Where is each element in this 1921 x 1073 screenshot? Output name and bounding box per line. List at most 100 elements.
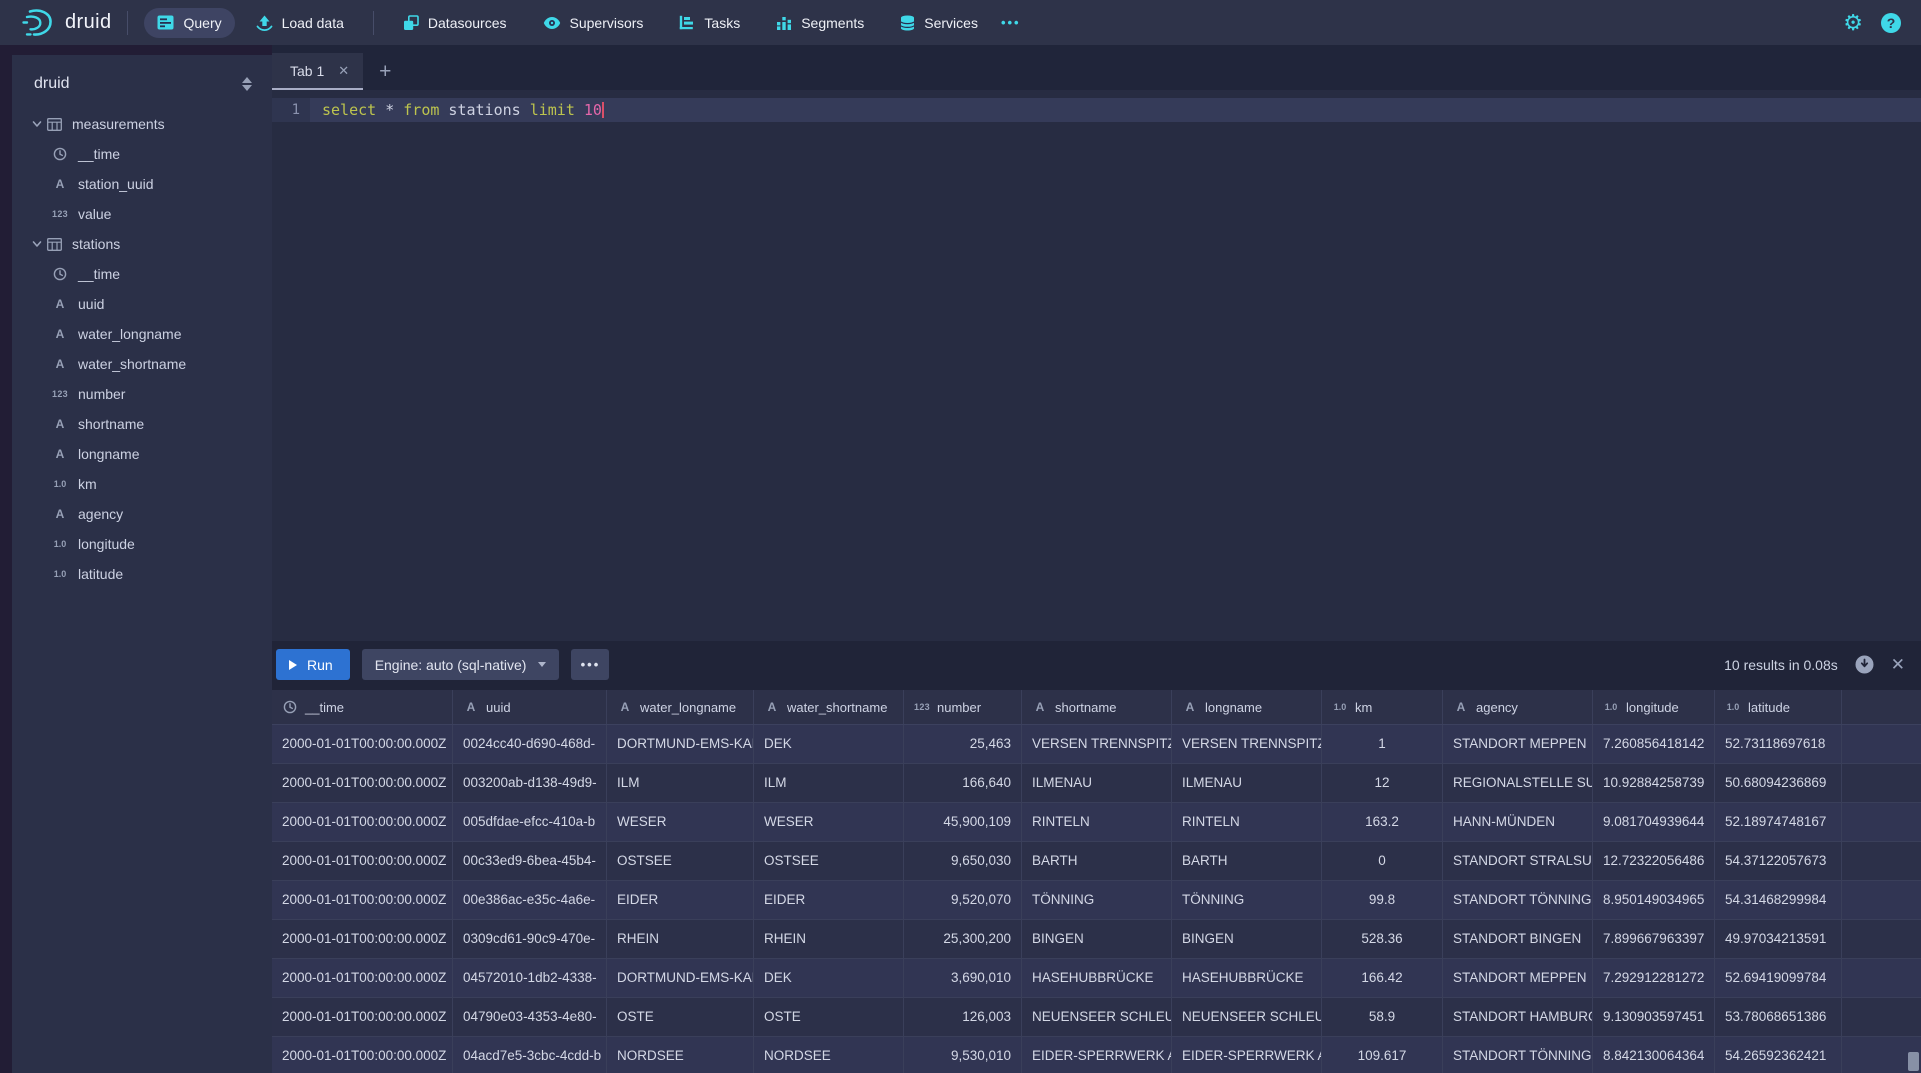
- cell-latitude[interactable]: 54.37122057673: [1715, 842, 1842, 880]
- cell-number[interactable]: 9,520,070: [904, 881, 1022, 919]
- column-header-water-longname[interactable]: Awater_longname: [607, 690, 754, 724]
- cell-km[interactable]: 0: [1322, 842, 1443, 880]
- cell-shortname[interactable]: BARTH: [1022, 842, 1172, 880]
- cell---time[interactable]: 2000-01-01T00:00:00.000Z: [272, 959, 453, 997]
- nav-item-load-data[interactable]: Load data: [243, 8, 357, 38]
- cell-latitude[interactable]: 52.73118697618: [1715, 725, 1842, 763]
- cell-latitude[interactable]: 50.68094236869: [1715, 764, 1842, 802]
- cell-latitude[interactable]: 52.69419099784: [1715, 959, 1842, 997]
- cell-agency[interactable]: STANDORT BINGEN: [1443, 920, 1593, 958]
- query-more-button[interactable]: •••: [571, 649, 609, 680]
- sql-editor[interactable]: 1 select * from stations limit 10: [272, 90, 1921, 641]
- cell-agency[interactable]: STANDORT HAMBURG: [1443, 998, 1593, 1036]
- tree-item-stations[interactable]: stations: [12, 229, 272, 259]
- cell-longname[interactable]: TÖNNING: [1172, 881, 1322, 919]
- nav-item-supervisors[interactable]: Supervisors: [530, 8, 657, 38]
- cell-longname[interactable]: BARTH: [1172, 842, 1322, 880]
- download-icon[interactable]: [1855, 655, 1874, 674]
- tree-item-water-shortname[interactable]: Awater_shortname: [12, 349, 272, 379]
- cell-uuid[interactable]: 04acd7e5-3cbc-4cdd-b: [453, 1037, 607, 1073]
- cell-latitude[interactable]: 52.18974748167: [1715, 803, 1842, 841]
- cell---time[interactable]: 2000-01-01T00:00:00.000Z: [272, 842, 453, 880]
- cell-number[interactable]: 3,690,010: [904, 959, 1022, 997]
- cell-shortname[interactable]: HASEHUBBRÜCKE: [1022, 959, 1172, 997]
- cell-km[interactable]: 1: [1322, 725, 1443, 763]
- druid-logo[interactable]: druid: [20, 8, 111, 38]
- cell-water-longname[interactable]: EIDER: [607, 881, 754, 919]
- cell-water-shortname[interactable]: DEK: [754, 959, 904, 997]
- cell-shortname[interactable]: RINTELN: [1022, 803, 1172, 841]
- cell-uuid[interactable]: 003200ab-d138-49d9-: [453, 764, 607, 802]
- cell-latitude[interactable]: 49.97034213591: [1715, 920, 1842, 958]
- close-results-icon[interactable]: ✕: [1891, 655, 1905, 675]
- cell-water-longname[interactable]: OSTE: [607, 998, 754, 1036]
- column-header-agency[interactable]: Aagency: [1443, 690, 1593, 724]
- cell-uuid[interactable]: 04790e03-4353-4e80-: [453, 998, 607, 1036]
- cell-longitude[interactable]: 7.899667963397: [1593, 920, 1715, 958]
- cell-water-shortname[interactable]: ILM: [754, 764, 904, 802]
- cell-water-longname[interactable]: ILM: [607, 764, 754, 802]
- tab-tab1[interactable]: Tab 1 ✕: [272, 53, 363, 90]
- cell-longitude[interactable]: 7.292912281272: [1593, 959, 1715, 997]
- nav-item-segments[interactable]: Segments: [763, 8, 877, 38]
- cell-km[interactable]: 99.8: [1322, 881, 1443, 919]
- cell-longitude[interactable]: 10.92884258739: [1593, 764, 1715, 802]
- cell-km[interactable]: 163.2: [1322, 803, 1443, 841]
- column-header-latitude[interactable]: 1.0latitude: [1715, 690, 1842, 724]
- cell-water-longname[interactable]: DORTMUND-EMS-KANAL: [607, 725, 754, 763]
- cell-uuid[interactable]: 005dfdae-efcc-410a-b: [453, 803, 607, 841]
- cell-longname[interactable]: BINGEN: [1172, 920, 1322, 958]
- column-header---time[interactable]: __time: [272, 690, 453, 724]
- engine-select[interactable]: Engine: auto (sql-native): [362, 649, 560, 680]
- cell-water-longname[interactable]: DORTMUND-EMS-KANAL: [607, 959, 754, 997]
- cell-shortname[interactable]: TÖNNING: [1022, 881, 1172, 919]
- cell-shortname[interactable]: BINGEN: [1022, 920, 1172, 958]
- tree-item-water-longname[interactable]: Awater_longname: [12, 319, 272, 349]
- cell---time[interactable]: 2000-01-01T00:00:00.000Z: [272, 920, 453, 958]
- cell-agency[interactable]: STANDORT MEPPEN: [1443, 959, 1593, 997]
- cell-longitude[interactable]: 8.950149034965: [1593, 881, 1715, 919]
- cell-number[interactable]: 25,463: [904, 725, 1022, 763]
- column-header-longname[interactable]: Alongname: [1172, 690, 1322, 724]
- cell-number[interactable]: 166,640: [904, 764, 1022, 802]
- cell-km[interactable]: 109.617: [1322, 1037, 1443, 1073]
- tree-item-value[interactable]: 123value: [12, 199, 272, 229]
- cell-km[interactable]: 12: [1322, 764, 1443, 802]
- nav-item-tasks[interactable]: Tasks: [666, 8, 753, 38]
- cell-shortname[interactable]: ILMENAU: [1022, 764, 1172, 802]
- cell-latitude[interactable]: 53.78068651386: [1715, 998, 1842, 1036]
- cell-water-shortname[interactable]: EIDER: [754, 881, 904, 919]
- tree-item-measurements[interactable]: measurements: [12, 109, 272, 139]
- tree-item-uuid[interactable]: Auuid: [12, 289, 272, 319]
- cell-water-longname[interactable]: NORDSEE: [607, 1037, 754, 1073]
- cell-km[interactable]: 58.9: [1322, 998, 1443, 1036]
- tree-item-km[interactable]: 1.0km: [12, 469, 272, 499]
- cell-latitude[interactable]: 54.31468299984: [1715, 881, 1842, 919]
- tree-item-shortname[interactable]: Ashortname: [12, 409, 272, 439]
- cell-longname[interactable]: RINTELN: [1172, 803, 1322, 841]
- cell-water-shortname[interactable]: RHEIN: [754, 920, 904, 958]
- cell-uuid[interactable]: 00e386ac-e35c-4a6e-: [453, 881, 607, 919]
- cell-agency[interactable]: HANN-MÜNDEN: [1443, 803, 1593, 841]
- cell-shortname[interactable]: NEUENSEER SCHLEUSE: [1022, 998, 1172, 1036]
- cell-agency[interactable]: STANDORT TÖNNING: [1443, 1037, 1593, 1073]
- cell-number[interactable]: 9,530,010: [904, 1037, 1022, 1073]
- cell-uuid[interactable]: 0309cd61-90c9-470e-: [453, 920, 607, 958]
- tree-item-longitude[interactable]: 1.0longitude: [12, 529, 272, 559]
- cell-water-longname[interactable]: OSTSEE: [607, 842, 754, 880]
- nav-item-services[interactable]: Services: [887, 8, 991, 38]
- nav-item-datasources[interactable]: Datasources: [390, 8, 520, 38]
- settings-gear-icon[interactable]: ⚙: [1843, 12, 1863, 34]
- cell-agency[interactable]: REGIONALSTELLE SUHL: [1443, 764, 1593, 802]
- cell-water-shortname[interactable]: OSTSEE: [754, 842, 904, 880]
- tree-item---time[interactable]: __time: [12, 139, 272, 169]
- cell-agency[interactable]: STANDORT MEPPEN: [1443, 725, 1593, 763]
- sort-icon[interactable]: [240, 75, 254, 93]
- cell-longname[interactable]: ILMENAU: [1172, 764, 1322, 802]
- cell-number[interactable]: 126,003: [904, 998, 1022, 1036]
- cell-agency[interactable]: STANDORT TÖNNING: [1443, 881, 1593, 919]
- column-header-km[interactable]: 1.0km: [1322, 690, 1443, 724]
- cell-water-shortname[interactable]: DEK: [754, 725, 904, 763]
- cell---time[interactable]: 2000-01-01T00:00:00.000Z: [272, 803, 453, 841]
- cell-km[interactable]: 166.42: [1322, 959, 1443, 997]
